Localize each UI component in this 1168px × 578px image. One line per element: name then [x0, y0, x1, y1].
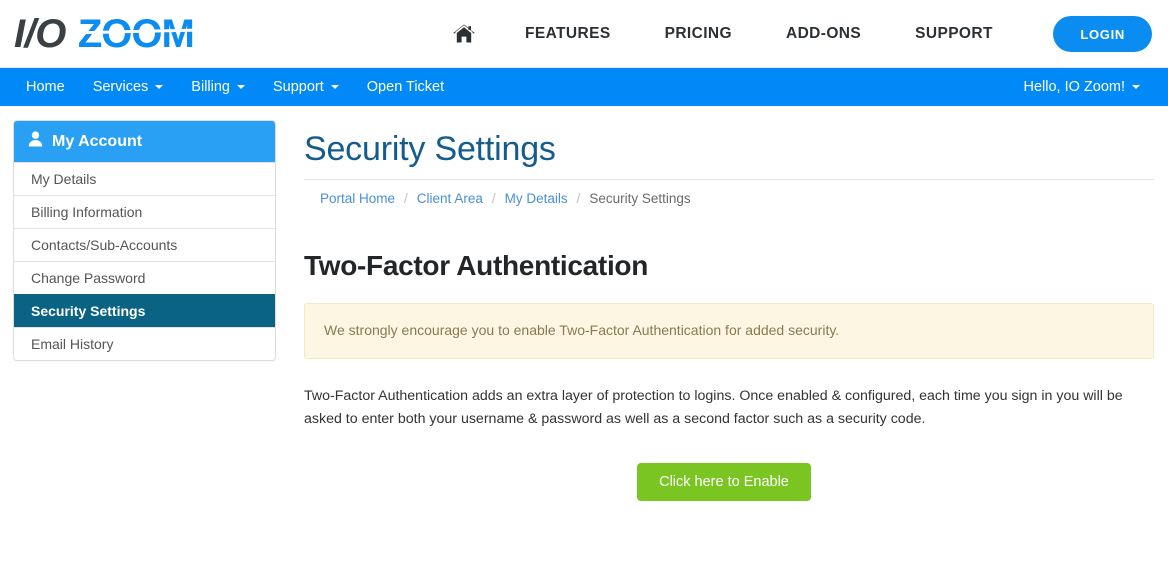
account-menu-container: Hello, IO Zoom!: [1009, 68, 1154, 106]
enable-button-row: Click here to Enable: [304, 463, 1154, 501]
client-nav-services[interactable]: Services: [79, 68, 178, 106]
breadcrumb-separator: /: [395, 191, 417, 206]
chevron-down-icon: [155, 85, 163, 89]
account-greeting-label: Hello, IO Zoom!: [1023, 79, 1125, 95]
client-nav-billing[interactable]: Billing: [177, 68, 259, 106]
nav-item-add-ons[interactable]: ADD-ONS: [759, 25, 888, 43]
sidebar-item-billing-information[interactable]: Billing Information: [14, 195, 275, 228]
nav-item-features[interactable]: FEATURES: [498, 25, 638, 43]
chevron-down-icon: [331, 85, 339, 89]
my-account-sidebar: My Account My Details Billing Informatio…: [13, 120, 276, 361]
chevron-down-icon: [237, 85, 245, 89]
page-body: My Account My Details Billing Informatio…: [0, 106, 1168, 501]
client-nav-home-label: Home: [26, 79, 65, 95]
nav-item-pricing[interactable]: PRICING: [638, 25, 759, 43]
breadcrumb-current: Security Settings: [589, 191, 690, 206]
breadcrumb-portal-home[interactable]: Portal Home: [320, 191, 395, 206]
account-greeting-menu[interactable]: Hello, IO Zoom!: [1009, 68, 1154, 106]
breadcrumb-my-details[interactable]: My Details: [505, 191, 568, 206]
logo-text-zoom: ZOOM: [78, 14, 194, 54]
breadcrumb: Portal Home / Client Area / My Details /…: [304, 179, 1154, 206]
alert-message: We strongly encourage you to enable Two-…: [324, 322, 839, 338]
site-header: I/O ZOOM FEATURES PRICING ADD-ONS SUPPOR…: [0, 0, 1168, 68]
client-nav-billing-label: Billing: [191, 79, 230, 95]
client-nav-home[interactable]: Home: [12, 68, 79, 106]
sidebar-item-contacts-sub-accounts[interactable]: Contacts/Sub-Accounts: [14, 228, 275, 261]
user-icon: [28, 131, 43, 152]
client-nav-open-ticket-label: Open Ticket: [367, 79, 444, 95]
enable-two-factor-button[interactable]: Click here to Enable: [637, 463, 811, 501]
sidebar-item-label: Email History: [31, 336, 113, 352]
page-title: Security Settings: [304, 130, 1154, 169]
sidebar-header-label: My Account: [52, 133, 142, 151]
client-nav-support-label: Support: [273, 79, 324, 95]
sidebar-item-label: Contacts/Sub-Accounts: [31, 237, 177, 253]
client-nav-support[interactable]: Support: [259, 68, 353, 106]
home-icon[interactable]: [440, 23, 498, 45]
sidebar-item-my-details[interactable]: My Details: [14, 162, 275, 195]
section-title: Two-Factor Authentication: [304, 250, 1154, 282]
main-content: Security Settings Portal Home / Client A…: [276, 120, 1168, 501]
client-area-navbar: Home Services Billing Support Open Ticke…: [0, 68, 1168, 106]
sidebar-header: My Account: [14, 121, 275, 162]
nav-item-support[interactable]: SUPPORT: [888, 25, 1020, 43]
two-factor-warning-alert: We strongly encourage you to enable Two-…: [304, 303, 1154, 359]
primary-navigation: FEATURES PRICING ADD-ONS SUPPORT: [440, 0, 1020, 68]
breadcrumb-client-area[interactable]: Client Area: [417, 191, 483, 206]
sidebar-item-change-password[interactable]: Change Password: [14, 261, 275, 294]
breadcrumb-separator: /: [483, 191, 505, 206]
sidebar-item-security-settings[interactable]: Security Settings: [14, 294, 275, 327]
sidebar-item-label: Billing Information: [31, 204, 142, 220]
client-nav-services-label: Services: [93, 79, 149, 95]
client-nav-open-ticket[interactable]: Open Ticket: [353, 68, 458, 106]
sidebar-item-label: Security Settings: [31, 303, 145, 319]
sidebar-item-label: My Details: [31, 171, 96, 187]
logo-text-io: I/O: [14, 14, 66, 54]
sidebar-item-email-history[interactable]: Email History: [14, 327, 275, 360]
site-logo[interactable]: I/O ZOOM: [14, 14, 194, 54]
two-factor-description: Two-Factor Authentication adds an extra …: [304, 385, 1149, 431]
breadcrumb-separator: /: [568, 191, 590, 206]
login-button[interactable]: LOGIN: [1053, 16, 1152, 52]
sidebar-item-label: Change Password: [31, 270, 145, 286]
chevron-down-icon: [1132, 85, 1140, 89]
